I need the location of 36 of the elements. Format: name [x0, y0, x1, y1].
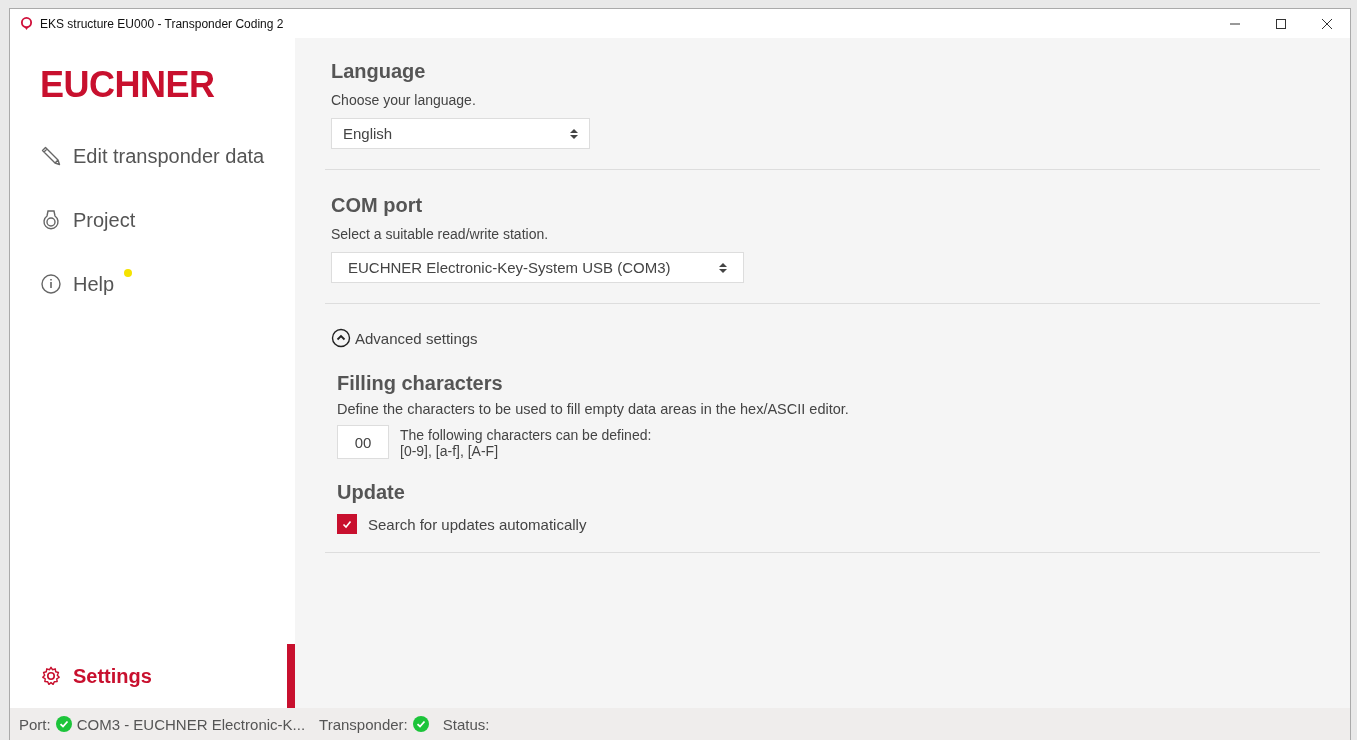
nav-item[interactable]: Settings: [10, 644, 295, 708]
section-heading: Update: [337, 481, 406, 504]
port-value: COM3 - EUCHNER Electronic-K...: [76, 715, 306, 733]
section-description: Define the characters to be used to fill empty data areas in the hex/ASCII editor.: [337, 401, 850, 417]
logo: EUCHNER: [39, 64, 216, 106]
nav-item[interactable]: Project: [10, 188, 295, 252]
checkbox-label: Search for updates automatically: [368, 515, 587, 533]
hint-text: The following characters can be defined:: [400, 427, 652, 443]
checkbox[interactable]: [337, 514, 357, 534]
transponder-label: Transponder:: [319, 715, 408, 733]
nav-item[interactable]: Edit transponder data: [10, 124, 295, 188]
advanced-settings-toggle[interactable]: Advanced settings: [331, 328, 478, 348]
section-description: Select a suitable read/write station.: [331, 226, 550, 242]
section-description: Choose your language.: [331, 92, 477, 108]
hint-text: [0-9], [a-f], [A-F]: [400, 443, 500, 459]
port-label: Port:: [19, 715, 51, 733]
section-heading: Language: [331, 60, 427, 83]
language-dropdown[interactable]: English: [331, 118, 590, 149]
pencil-icon: [40, 145, 62, 167]
check-icon: [341, 518, 353, 530]
filling-character-field[interactable]: 00: [337, 425, 389, 459]
up-down-arrows-icon: [570, 127, 578, 140]
up-down-arrows-icon: [719, 261, 727, 274]
app-icon: [20, 17, 33, 30]
maximize-icon: [1275, 17, 1287, 30]
section-heading: Filling characters: [337, 372, 504, 395]
info-icon: [40, 273, 62, 295]
close-icon: [1321, 17, 1333, 30]
key-fob-icon: [40, 209, 62, 231]
status-label: Status:: [442, 715, 490, 733]
window-title: EKS structure EU000 - Transponder Coding 2: [40, 16, 284, 31]
nav-item[interactable]: Help: [10, 252, 295, 316]
chevron-circle-icon: [331, 328, 351, 348]
com-port-dropdown[interactable]: EUCHNER Electronic-Key-System USB (COM3): [331, 252, 744, 283]
gear-icon: [40, 665, 62, 687]
section-heading: COM port: [331, 194, 424, 217]
